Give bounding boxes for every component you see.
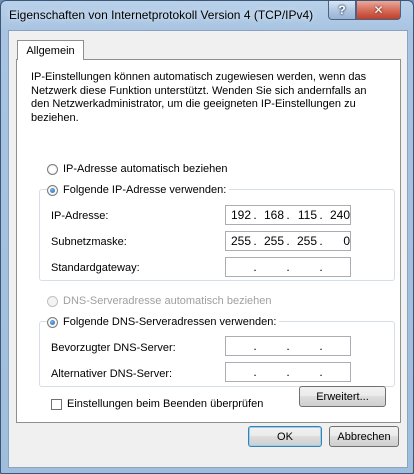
subnet-mask-label: Subnetzmaske: [51,236,127,248]
dns-auto-radio: DNS-Serveradresse automatisch beziehen [47,295,272,307]
dns-auto-radio-indicator [47,295,58,307]
dns-manual-label: Folgende DNS-Serveradressen verwenden: [63,316,277,328]
cancel-button[interactable]: Abbrechen [329,426,399,447]
tab-allgemein[interactable]: Allgemein [17,40,84,60]
ip-auto-label: IP-Adresse automatisch beziehen [63,163,228,175]
subnet-octet-2: 255 [263,234,284,248]
preferred-dns-input[interactable]: . . . [225,336,351,356]
dialog-client: Allgemein IP-Einstellungen können automa… [8,30,408,468]
ip-address-input[interactable]: 192. 168. 115. 240 [225,205,351,225]
help-button[interactable]: ? [328,1,356,20]
validate-checkbox[interactable]: Einstellungen beim Beenden überprüfen [51,398,263,410]
ip-address-octet-1: 192 [230,208,251,222]
ip-auto-radio[interactable]: IP-Adresse automatisch beziehen [47,163,227,175]
title-bar[interactable]: Eigenschaften von Internetprotokoll Vers… [1,1,413,29]
alternate-dns-label: Alternativer DNS-Server: [51,368,173,380]
ip-manual-label: Folgende IP-Adresse verwenden: [63,184,227,196]
ip-manual-radio[interactable]: Folgende IP-Adresse verwenden: [47,184,230,196]
ip-address-label: IP-Adresse: [51,210,109,222]
gateway-input[interactable]: . . . [225,257,351,277]
intro-text: IP-Einstellungen können automatisch zuge… [31,71,367,124]
help-icon: ? [338,3,346,17]
ip-address-octet-4: 240 [329,208,350,222]
subnet-octet-1: 255 [230,234,251,248]
dns-manual-radio[interactable]: Folgende DNS-Serveradressen verwenden: [47,316,280,328]
gateway-label: Standardgateway: [51,262,140,274]
close-icon: ✕ [373,3,384,17]
subnet-mask-input[interactable]: 255. 255. 255. 0 [225,231,351,251]
subnet-octet-4: 0 [343,234,350,248]
ip-address-octet-2: 168 [263,208,284,222]
ip-address-octet-3: 115 [297,208,317,222]
ip-auto-radio-indicator[interactable] [47,163,58,175]
close-button[interactable]: ✕ [356,1,401,20]
preferred-dns-label: Bevorzugter DNS-Server: [51,342,176,354]
advanced-button[interactable]: Erweitert... [299,386,386,407]
window-title: Eigenschaften von Internetprotokoll Vers… [9,8,314,22]
validate-checkbox-box[interactable] [51,398,62,410]
dns-auto-label: DNS-Serveradresse automatisch beziehen [63,295,272,307]
subnet-octet-3: 255 [296,234,317,248]
tab-label: Allgemein [26,44,75,57]
validate-label: Einstellungen beim Beenden überprüfen [67,398,264,410]
ok-button[interactable]: OK [248,426,322,447]
tab-panel: IP-Einstellungen können automatisch zuge… [16,59,401,423]
alternate-dns-input[interactable]: . . . [225,362,351,382]
dialog-window: Eigenschaften von Internetprotokoll Vers… [0,0,414,474]
dns-manual-radio-indicator[interactable] [47,316,58,328]
ip-manual-radio-indicator[interactable] [47,184,58,196]
